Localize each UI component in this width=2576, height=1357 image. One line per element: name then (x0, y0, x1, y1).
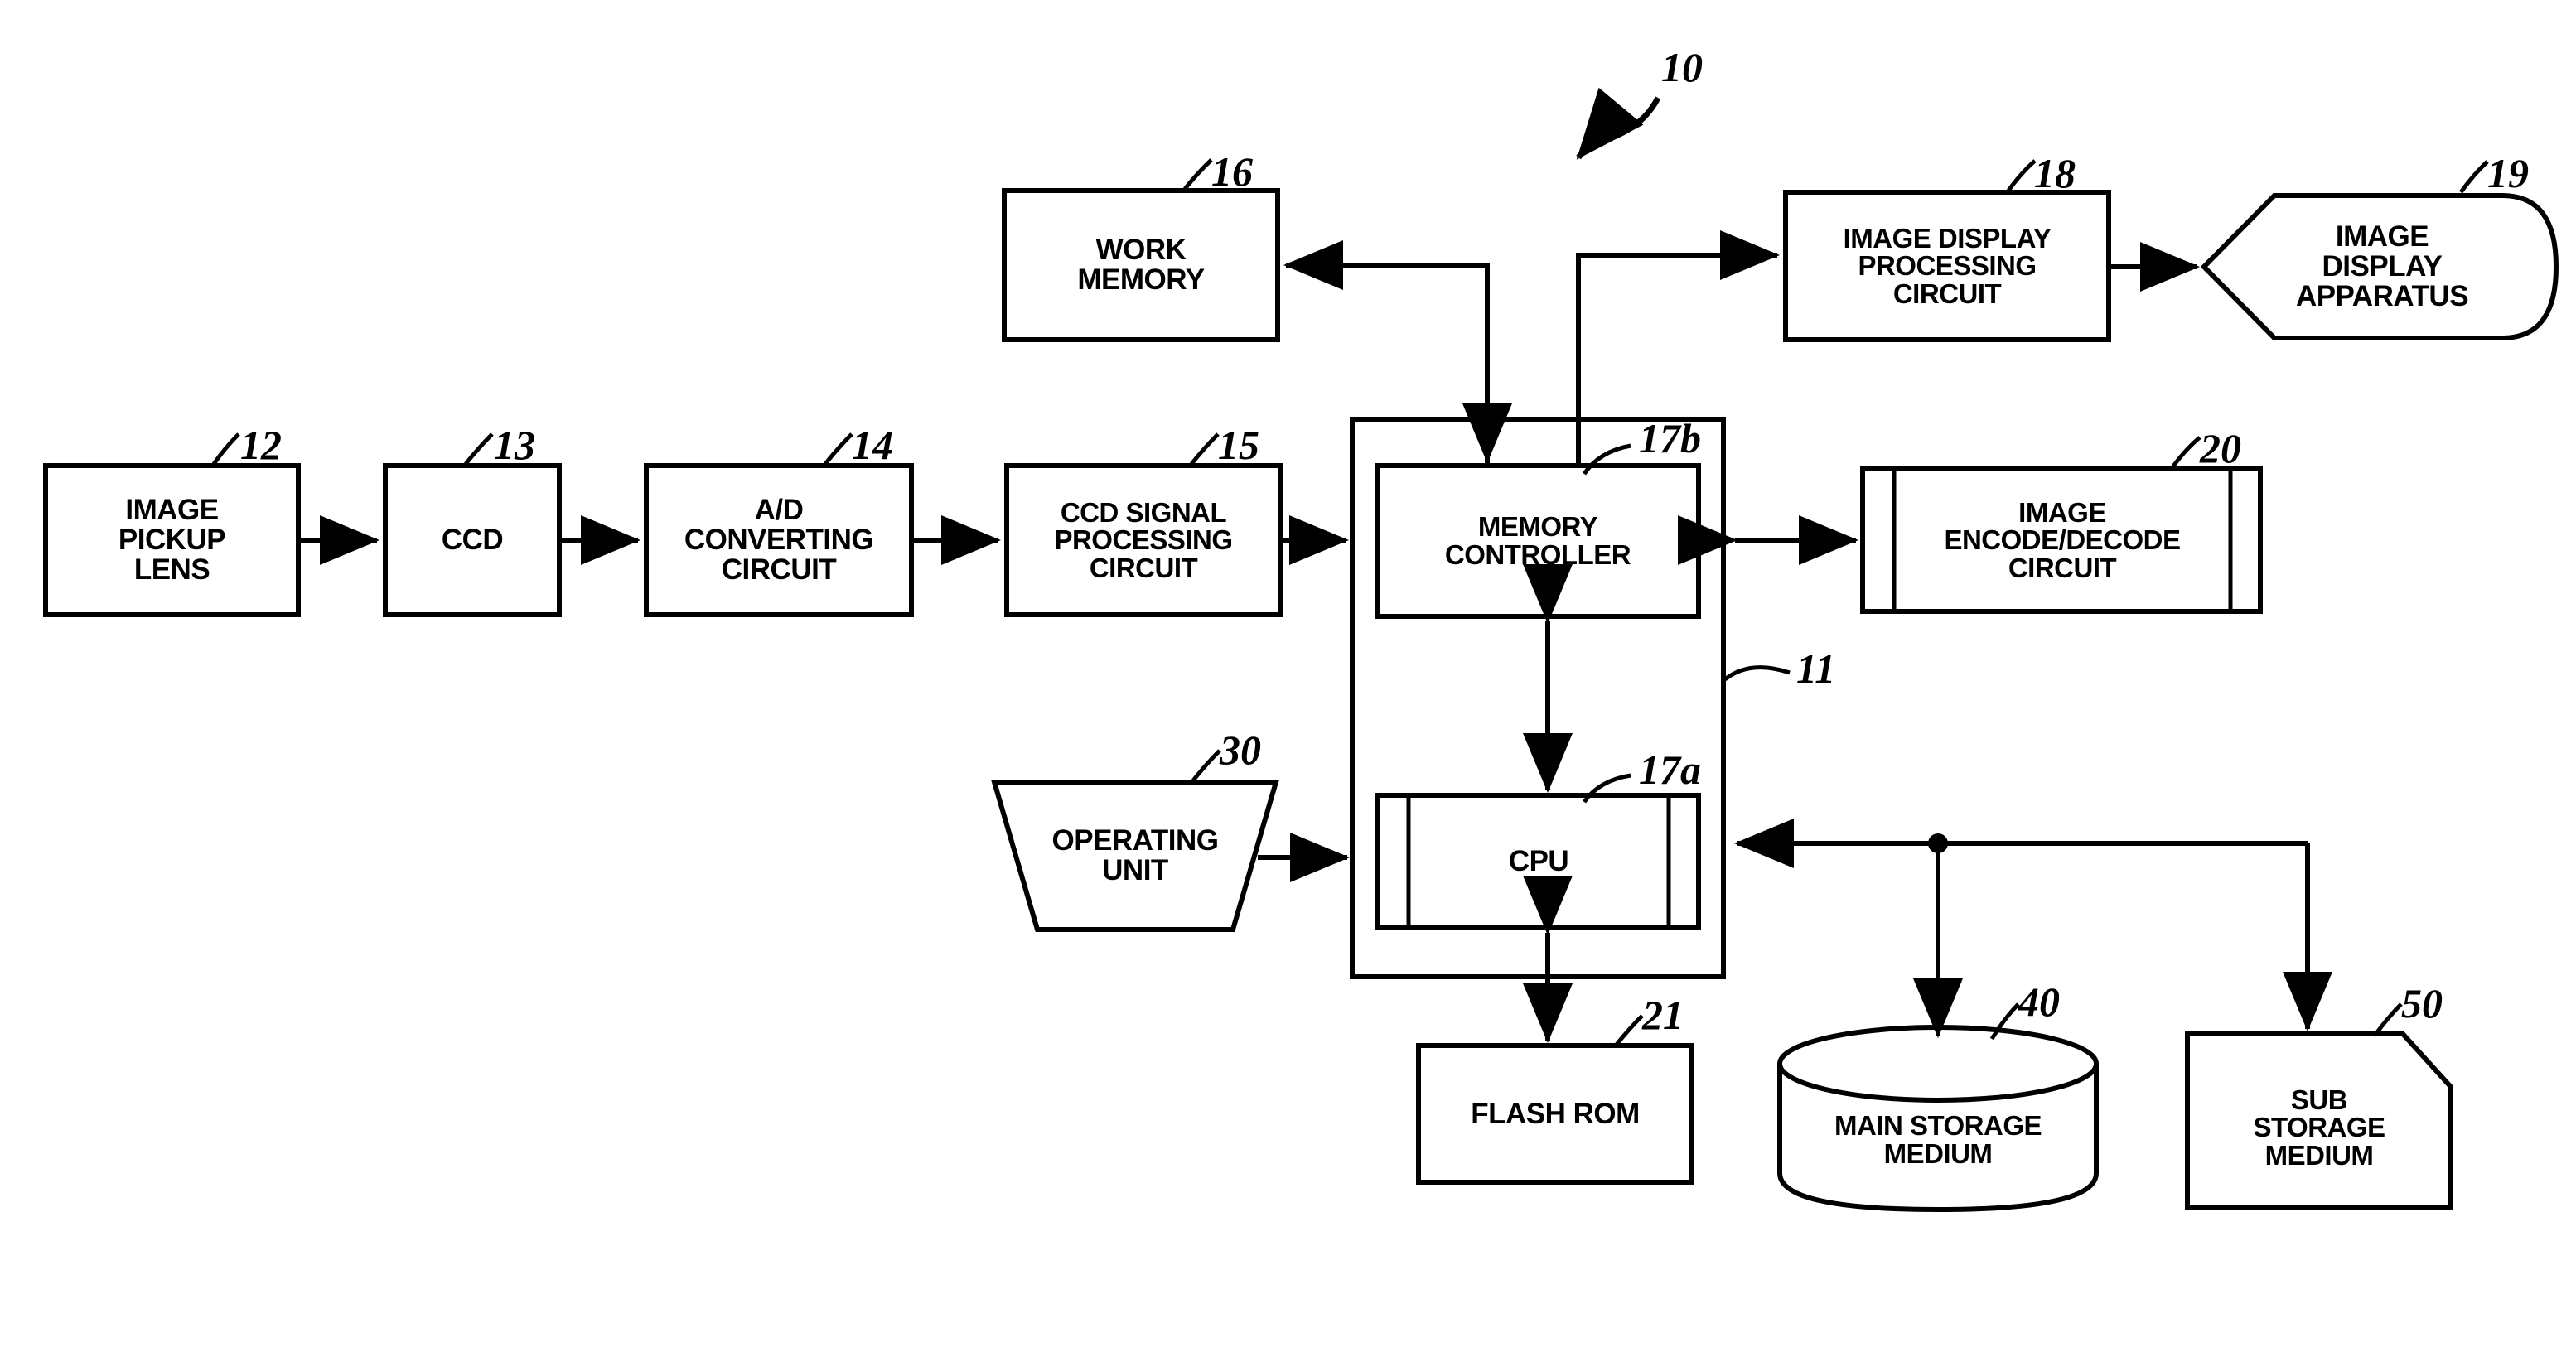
node-ad-converting-shape (644, 463, 914, 617)
node-ccd-shape (383, 463, 562, 617)
node-cpu-shape (1375, 793, 1701, 930)
figure-canvas: IMAGE PICKUP LENS CCD A/D CONVERTING CIR… (0, 0, 2576, 1357)
node-work-memory-shape (1002, 188, 1280, 342)
node-flash-rom-shape (1416, 1043, 1694, 1185)
leader-14 (824, 432, 853, 466)
diagram-svg (43, 87, 2559, 1213)
node-image-encode-decode-shape (1860, 466, 2263, 614)
leader-18 (2006, 159, 2037, 192)
node-ccd-signal-shape (1004, 463, 1283, 617)
node-memory-controller-shape (1375, 463, 1701, 619)
leader-19 (2458, 160, 2489, 194)
node-sub-storage-shape (2185, 1031, 2453, 1210)
bus-junction-dot (1928, 833, 1948, 853)
leader-11 (1723, 665, 1791, 681)
leader-16 (1183, 158, 1213, 191)
leader-15 (1190, 432, 1220, 466)
leader-30 (1191, 749, 1221, 782)
leader-12 (211, 432, 240, 466)
node-main-storage-top (1777, 1025, 2099, 1103)
leader-10 (1576, 87, 1661, 160)
node-image-display-apparatus-shape (2200, 193, 2559, 340)
leader-50 (2372, 1002, 2403, 1037)
node-operating-unit-shape (990, 780, 1280, 932)
node-image-pickup-lens-shape (43, 463, 301, 617)
leader-21 (1614, 1014, 1644, 1047)
node-image-display-proc-shape (1783, 190, 2111, 342)
leader-13 (464, 432, 494, 466)
leader-20 (2170, 436, 2201, 469)
